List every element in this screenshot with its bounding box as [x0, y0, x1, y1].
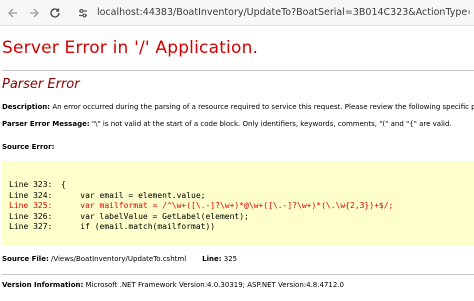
code-line-error: Line 325: var mailformat = /^\w+([\.-]?\… [9, 201, 474, 212]
description-text: An error occurred during the parsing of … [52, 103, 474, 111]
page-title: Server Error in '/' Application. [2, 38, 259, 58]
address-bar-url[interactable]: localhost:44383/BoatInventory/UpdateTo?B… [97, 7, 470, 18]
version-row: Version Information: Microsoft .NET Fram… [2, 281, 474, 289]
source-file-row: Source File: /Views/BoatInventory/Update… [2, 255, 474, 263]
version-label: Version Information: [2, 281, 84, 289]
parser-message-label: Parser Error Message: [2, 120, 90, 128]
source-file-path: /Views/BoatInventory/UpdateTo.cshtml [50, 255, 187, 263]
forward-arrow-icon[interactable] [25, 4, 42, 22]
reload-icon[interactable] [46, 4, 63, 22]
code-line: Line 327: if (email.match(mailformat)) [9, 222, 474, 233]
back-arrow-icon[interactable] [4, 4, 21, 22]
code-line-text: var email = element.value; [61, 190, 206, 200]
code-line-text: var mailformat = /^\w+([\.-]?\w+)*@\w+([… [61, 201, 394, 211]
code-line: Line 323: { [9, 180, 474, 191]
version-text: Microsoft .NET Framework Version:4.0.303… [85, 281, 344, 289]
description-label: Description: [2, 103, 51, 111]
error-page: Server Error in '/' Application. Parser … [0, 38, 474, 289]
parser-message-row: Parser Error Message: "\" is not valid a… [2, 120, 474, 128]
version-divider [2, 274, 474, 275]
parser-message-text: "\" is not valid at the start of a code … [91, 120, 452, 128]
browser-toolbar: localhost:44383/BoatInventory/UpdateTo?B… [0, 0, 474, 26]
code-line: Line 326: var labelValue = GetLabel(elem… [9, 212, 474, 223]
code-line-text: var labelValue = GetLabel(element); [61, 211, 249, 221]
code-line-text: if (email.match(mailformat)) [61, 222, 216, 232]
error-type-heading: Parser Error [2, 77, 80, 92]
source-file-label: Source File: [2, 255, 49, 263]
source-code-block: Line 323: { Line 324: var email = element.… [2, 161, 474, 246]
description-row: Description: An error occurred during th… [2, 103, 474, 111]
code-line-number: Line 327: [9, 222, 53, 232]
title-divider [2, 70, 474, 71]
source-error-label: Source Error: [2, 143, 55, 151]
code-line-text: { [61, 180, 66, 189]
code-line-number: Line 325: [9, 201, 53, 211]
code-line-number: Line 323: [9, 180, 53, 189]
code-line-number: Line 326: [9, 211, 53, 221]
code-line-number: Line 324: [9, 190, 53, 200]
line-number: 325 [223, 255, 238, 263]
line-label: Line: [202, 255, 222, 263]
site-info-icon[interactable] [76, 5, 91, 21]
code-line: Line 324: var email = element.value; [9, 191, 474, 202]
